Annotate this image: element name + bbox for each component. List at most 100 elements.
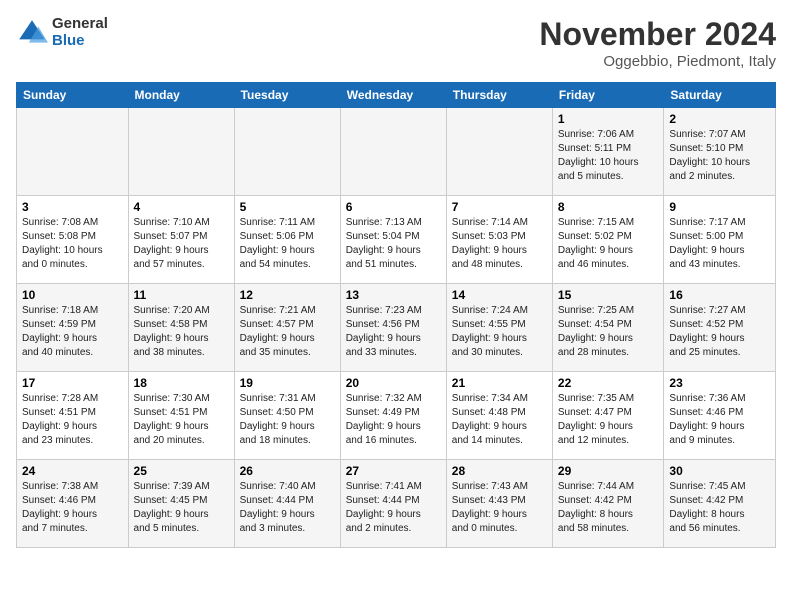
day-number: 30 [669,464,770,478]
logo: General Blue [16,16,108,49]
calendar-cell: 18 Sunrise: 7:30 AM Sunset: 4:51 PM Dayli… [128,372,234,460]
day-number: 14 [452,288,547,302]
calendar-cell: 30 Sunrise: 7:45 AM Sunset: 4:42 PM Dayli… [664,460,776,548]
day-info: Sunrise: 7:43 AM Sunset: 4:43 PM Dayligh… [452,480,547,536]
day-info: Sunrise: 7:44 AM Sunset: 4:42 PM Dayligh… [558,480,659,536]
day-number: 6 [346,200,441,214]
day-info: Sunrise: 7:45 AM Sunset: 4:42 PM Dayligh… [669,480,770,536]
day-number: 5 [240,200,335,214]
month-title: November 2024 [539,16,776,53]
calendar-week-row: 3 Sunrise: 7:08 AM Sunset: 5:08 PM Daylig… [17,196,776,284]
day-info: Sunrise: 7:25 AM Sunset: 4:54 PM Dayligh… [558,304,659,360]
day-number: 7 [452,200,547,214]
day-info: Sunrise: 7:18 AM Sunset: 4:59 PM Dayligh… [22,304,123,360]
day-info: Sunrise: 7:38 AM Sunset: 4:46 PM Dayligh… [22,480,123,536]
logo-blue: Blue [52,33,108,50]
weekday-header: Tuesday [234,83,340,108]
day-info: Sunrise: 7:15 AM Sunset: 5:02 PM Dayligh… [558,216,659,272]
calendar-cell: 5 Sunrise: 7:11 AM Sunset: 5:06 PM Daylig… [234,196,340,284]
day-info: Sunrise: 7:40 AM Sunset: 4:44 PM Dayligh… [240,480,335,536]
day-number: 3 [22,200,123,214]
day-number: 24 [22,464,123,478]
day-number: 11 [134,288,229,302]
day-number: 29 [558,464,659,478]
calendar-cell: 16 Sunrise: 7:27 AM Sunset: 4:52 PM Dayli… [664,284,776,372]
day-info: Sunrise: 7:39 AM Sunset: 4:45 PM Dayligh… [134,480,229,536]
location: Oggebbio, Piedmont, Italy [539,53,776,70]
day-number: 12 [240,288,335,302]
calendar-cell: 14 Sunrise: 7:24 AM Sunset: 4:55 PM Dayli… [446,284,552,372]
day-info: Sunrise: 7:31 AM Sunset: 4:50 PM Dayligh… [240,392,335,448]
day-number: 23 [669,376,770,390]
calendar-cell: 7 Sunrise: 7:14 AM Sunset: 5:03 PM Daylig… [446,196,552,284]
day-number: 19 [240,376,335,390]
calendar-cell: 2Sunrise: 7:07 AM Sunset: 5:10 PM Daylig… [664,108,776,196]
day-number: 17 [22,376,123,390]
calendar-cell: 29 Sunrise: 7:44 AM Sunset: 4:42 PM Dayli… [552,460,664,548]
calendar-cell [234,108,340,196]
day-info: Sunrise: 7:11 AM Sunset: 5:06 PM Dayligh… [240,216,335,272]
day-info: Sunrise: 7:35 AM Sunset: 4:47 PM Dayligh… [558,392,659,448]
day-number: 13 [346,288,441,302]
calendar-cell: 9 Sunrise: 7:17 AM Sunset: 5:00 PM Daylig… [664,196,776,284]
day-number: 1 [558,112,659,126]
day-number: 4 [134,200,229,214]
weekday-header: Wednesday [340,83,446,108]
day-info: Sunrise: 7:32 AM Sunset: 4:49 PM Dayligh… [346,392,441,448]
logo-text: General Blue [52,16,108,49]
calendar-cell: 28Sunrise: 7:43 AM Sunset: 4:43 PM Dayli… [446,460,552,548]
day-number: 27 [346,464,441,478]
calendar-cell: 21Sunrise: 7:34 AM Sunset: 4:48 PM Dayli… [446,372,552,460]
day-info: Sunrise: 7:28 AM Sunset: 4:51 PM Dayligh… [22,392,123,448]
weekday-header: Sunday [17,83,129,108]
calendar-cell: 4 Sunrise: 7:10 AM Sunset: 5:07 PM Daylig… [128,196,234,284]
calendar-week-row: 17 Sunrise: 7:28 AM Sunset: 4:51 PM Dayli… [17,372,776,460]
calendar-cell: 10 Sunrise: 7:18 AM Sunset: 4:59 PM Dayli… [17,284,129,372]
day-number: 15 [558,288,659,302]
calendar-cell [128,108,234,196]
day-number: 10 [22,288,123,302]
weekday-header: Saturday [664,83,776,108]
page-header: General Blue November 2024 Oggebbio, Pie… [16,16,776,70]
day-info: Sunrise: 7:14 AM Sunset: 5:03 PM Dayligh… [452,216,547,272]
day-info: Sunrise: 7:23 AM Sunset: 4:56 PM Dayligh… [346,304,441,360]
calendar-cell: 17 Sunrise: 7:28 AM Sunset: 4:51 PM Dayli… [17,372,129,460]
day-info: Sunrise: 7:36 AM Sunset: 4:46 PM Dayligh… [669,392,770,448]
calendar-cell: 19 Sunrise: 7:31 AM Sunset: 4:50 PM Dayli… [234,372,340,460]
calendar-week-row: 24 Sunrise: 7:38 AM Sunset: 4:46 PM Dayli… [17,460,776,548]
calendar-cell: 12Sunrise: 7:21 AM Sunset: 4:57 PM Dayli… [234,284,340,372]
calendar-cell: 27 Sunrise: 7:41 AM Sunset: 4:44 PM Dayli… [340,460,446,548]
weekday-header: Thursday [446,83,552,108]
day-info: Sunrise: 7:10 AM Sunset: 5:07 PM Dayligh… [134,216,229,272]
weekday-header: Monday [128,83,234,108]
calendar-week-row: 1Sunrise: 7:06 AM Sunset: 5:11 PM Daylig… [17,108,776,196]
calendar-cell: 3 Sunrise: 7:08 AM Sunset: 5:08 PM Daylig… [17,196,129,284]
day-info: Sunrise: 7:08 AM Sunset: 5:08 PM Dayligh… [22,216,123,272]
day-info: Sunrise: 7:34 AM Sunset: 4:48 PM Dayligh… [452,392,547,448]
calendar-cell: 24 Sunrise: 7:38 AM Sunset: 4:46 PM Dayli… [17,460,129,548]
day-number: 16 [669,288,770,302]
calendar-cell: 22 Sunrise: 7:35 AM Sunset: 4:47 PM Dayli… [552,372,664,460]
calendar-table: SundayMondayTuesdayWednesdayThursdayFrid… [16,82,776,548]
day-info: Sunrise: 7:27 AM Sunset: 4:52 PM Dayligh… [669,304,770,360]
day-number: 9 [669,200,770,214]
calendar-cell: 13 Sunrise: 7:23 AM Sunset: 4:56 PM Dayli… [340,284,446,372]
weekday-header-row: SundayMondayTuesdayWednesdayThursdayFrid… [17,83,776,108]
calendar-cell: 23 Sunrise: 7:36 AM Sunset: 4:46 PM Dayli… [664,372,776,460]
day-number: 18 [134,376,229,390]
day-info: Sunrise: 7:30 AM Sunset: 4:51 PM Dayligh… [134,392,229,448]
day-info: Sunrise: 7:24 AM Sunset: 4:55 PM Dayligh… [452,304,547,360]
day-number: 20 [346,376,441,390]
calendar-cell: 8Sunrise: 7:15 AM Sunset: 5:02 PM Daylig… [552,196,664,284]
calendar-week-row: 10 Sunrise: 7:18 AM Sunset: 4:59 PM Dayli… [17,284,776,372]
logo-icon [16,17,48,49]
title-area: November 2024 Oggebbio, Piedmont, Italy [539,16,776,70]
day-info: Sunrise: 7:41 AM Sunset: 4:44 PM Dayligh… [346,480,441,536]
day-info: Sunrise: 7:17 AM Sunset: 5:00 PM Dayligh… [669,216,770,272]
day-info: Sunrise: 7:07 AM Sunset: 5:10 PM Dayligh… [669,128,770,184]
day-info: Sunrise: 7:20 AM Sunset: 4:58 PM Dayligh… [134,304,229,360]
calendar-cell [17,108,129,196]
day-number: 22 [558,376,659,390]
calendar-cell: 25Sunrise: 7:39 AM Sunset: 4:45 PM Dayli… [128,460,234,548]
calendar-cell: 20 Sunrise: 7:32 AM Sunset: 4:49 PM Dayli… [340,372,446,460]
